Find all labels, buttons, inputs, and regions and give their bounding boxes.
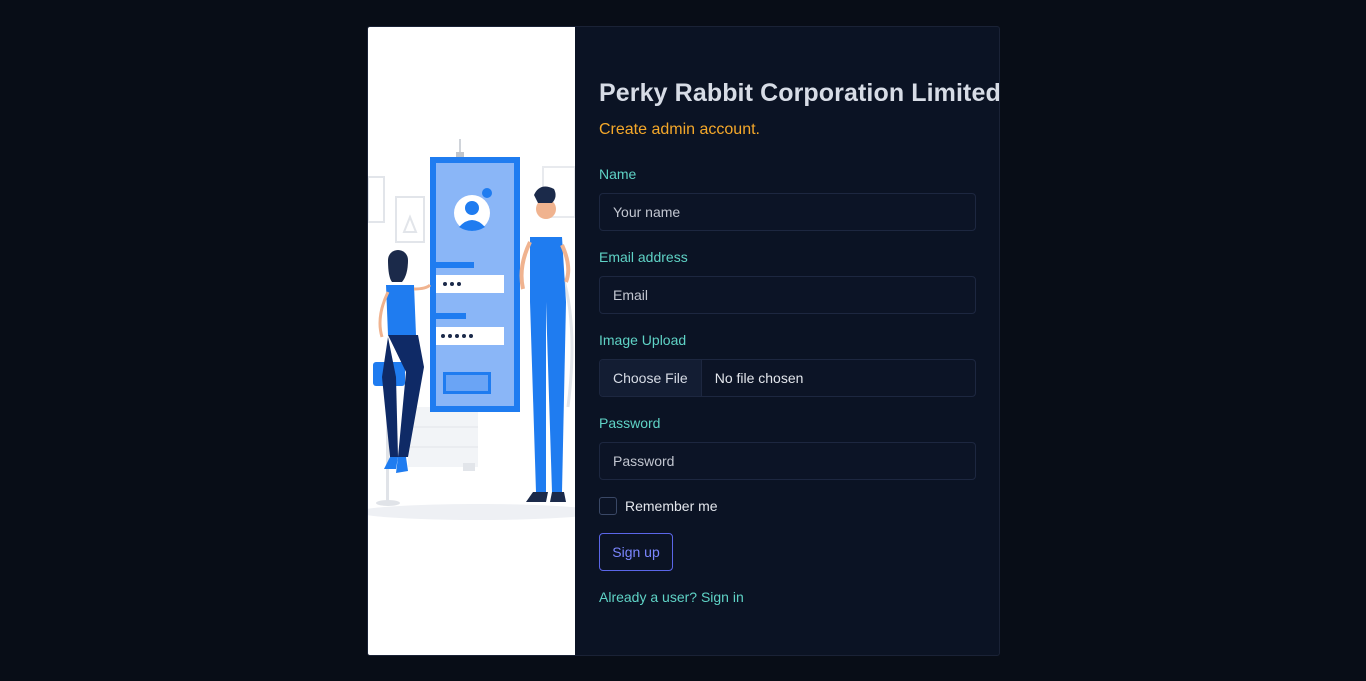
- login-illustration: [368, 27, 575, 655]
- image-upload-label: Image Upload: [599, 332, 687, 348]
- password-label: Password: [599, 415, 661, 431]
- choose-file-button[interactable]: Choose File: [600, 360, 702, 396]
- page-title: Perky Rabbit Corporation Limited: [599, 79, 1000, 107]
- sign-in-link[interactable]: Already a user? Sign in: [599, 589, 744, 605]
- image-upload-field[interactable]: Choose File No file chosen: [599, 359, 976, 397]
- signup-form: Perky Rabbit Corporation Limited Create …: [575, 27, 999, 655]
- name-label: Name: [599, 166, 637, 182]
- signup-card: Perky Rabbit Corporation Limited Create …: [367, 26, 1000, 656]
- page-subtitle: Create admin account.: [599, 121, 760, 138]
- remember-me-checkbox[interactable]: [599, 497, 617, 515]
- email-label: Email address: [599, 249, 688, 265]
- remember-me-label[interactable]: Remember me: [625, 498, 718, 514]
- name-input[interactable]: [599, 193, 976, 231]
- password-input[interactable]: [599, 442, 976, 480]
- file-status-text: No file chosen: [714, 370, 804, 386]
- remember-me-row: Remember me: [599, 497, 718, 515]
- sign-up-button[interactable]: Sign up: [599, 533, 673, 571]
- email-input[interactable]: [599, 276, 976, 314]
- illustration-svg: [368, 139, 575, 520]
